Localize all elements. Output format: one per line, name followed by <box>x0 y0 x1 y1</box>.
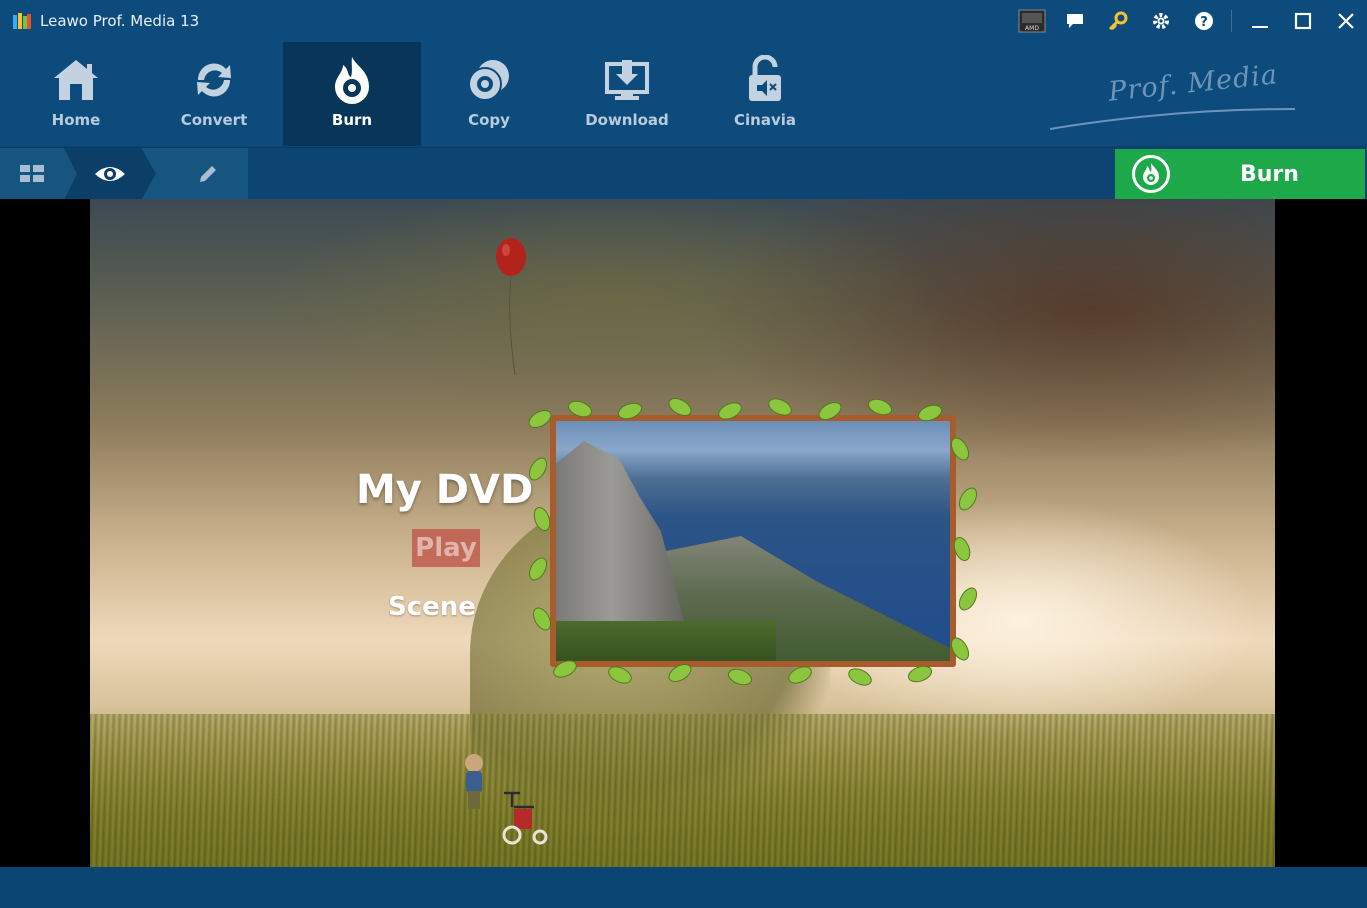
menu-thumbnail-frame[interactable] <box>550 415 956 667</box>
preview-button[interactable] <box>64 148 156 200</box>
scene-menu-button[interactable]: Scene <box>388 592 476 622</box>
grid-view-button[interactable] <box>0 148 64 200</box>
grass-field <box>90 714 1275 867</box>
eye-icon <box>95 167 125 181</box>
help-icon[interactable]: ? <box>1182 0 1225 42</box>
app-window: Leawo Prof. Media 13 AMD ? Home Convert … <box>0 0 1367 908</box>
maximize-icon[interactable] <box>1281 0 1324 42</box>
amd-badge-icon[interactable]: AMD <box>1010 0 1053 42</box>
edit-menu-button[interactable] <box>150 148 248 200</box>
app-logo-icon <box>13 13 31 29</box>
menu-preview-area: My DVD Play Scene <box>0 199 1367 867</box>
tricycle-figure <box>502 791 548 845</box>
download-icon <box>603 56 651 104</box>
tab-cinavia-label: Cinavia <box>734 111 796 129</box>
thumbnail-foreground <box>556 621 776 661</box>
copy-icon <box>465 56 513 104</box>
play-menu-button[interactable]: Play <box>412 529 480 567</box>
tab-convert-label: Convert <box>180 111 248 129</box>
settings-icon[interactable] <box>1139 0 1182 42</box>
tab-copy[interactable]: Copy <box>420 42 558 146</box>
tab-download-label: Download <box>585 111 669 129</box>
tab-home[interactable]: Home <box>7 42 145 146</box>
controls-divider <box>1231 10 1232 32</box>
title-bar: Leawo Prof. Media 13 AMD ? <box>0 0 1367 42</box>
tab-home-label: Home <box>51 111 101 129</box>
balloon-icon <box>496 238 526 376</box>
burn-button[interactable]: Burn <box>1115 149 1365 199</box>
tab-copy-label: Copy <box>468 111 510 129</box>
key-icon[interactable] <box>1096 0 1139 42</box>
fire-icon <box>1132 155 1170 193</box>
status-bar <box>0 867 1367 908</box>
tab-download[interactable]: Download <box>558 42 696 146</box>
dvd-menu-title[interactable]: My DVD <box>356 467 533 513</box>
tab-burn[interactable]: Burn <box>283 42 421 146</box>
burn-button-label: Burn <box>1240 162 1299 187</box>
minimize-icon[interactable] <box>1238 0 1281 42</box>
tab-convert[interactable]: Convert <box>145 42 283 146</box>
child-figure <box>465 754 483 809</box>
brand-logo: Prof. Media <box>1050 59 1310 134</box>
home-icon <box>50 56 102 104</box>
dvd-menu-canvas: My DVD Play Scene <box>90 199 1275 867</box>
cinavia-icon <box>743 55 787 104</box>
tab-burn-label: Burn <box>331 111 373 129</box>
grid-icon <box>20 165 44 182</box>
tab-cinavia[interactable]: Cinavia <box>696 42 834 146</box>
burn-icon <box>329 56 375 104</box>
main-toolbar: Home Convert Burn Copy Download Cinavia … <box>0 42 1367 146</box>
pencil-icon <box>200 166 216 182</box>
svg-text:?: ? <box>1200 15 1208 30</box>
svg-text:AMD: AMD <box>1025 25 1039 32</box>
convert-icon <box>190 56 238 104</box>
window-controls: AMD ? <box>1010 0 1367 42</box>
close-icon[interactable] <box>1324 0 1367 42</box>
feedback-icon[interactable] <box>1053 0 1096 42</box>
app-title: Leawo Prof. Media 13 <box>40 12 200 30</box>
sub-toolbar: Burn <box>0 147 1367 200</box>
